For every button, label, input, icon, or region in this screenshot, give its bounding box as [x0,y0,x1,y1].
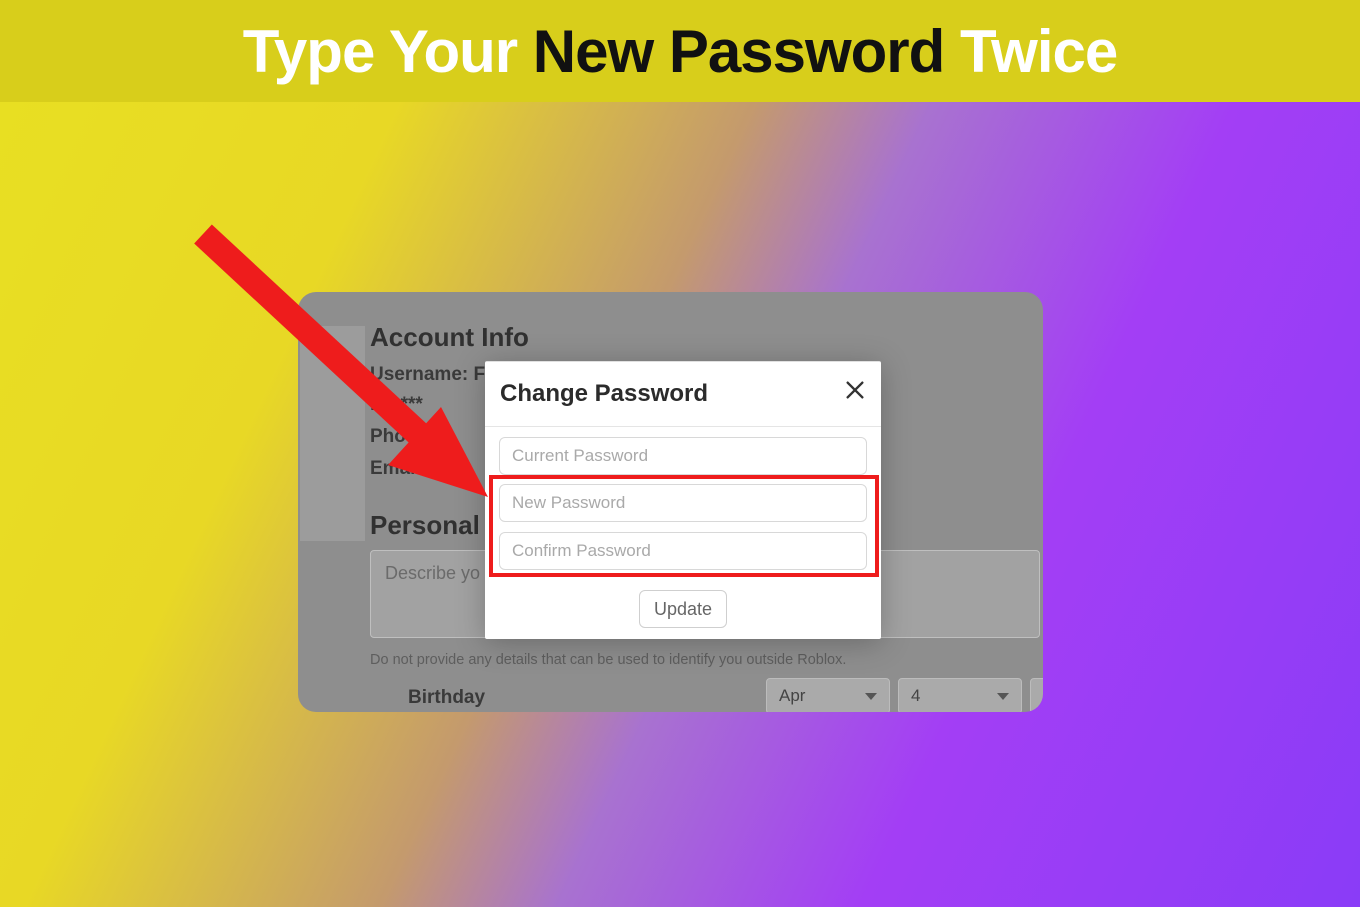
username-line: Username: Fo [370,364,497,386]
describe-placeholder: Describe yo [385,563,480,583]
personal-heading: Personal [370,510,480,541]
confirm-password-input[interactable] [499,532,867,570]
banner-emphasis: New Password [533,18,945,85]
birthday-day-value: 4 [911,686,920,706]
banner-part1: Type Your [243,18,533,85]
birthday-day-select[interactable]: 4 [898,678,1022,712]
sidebar-strip [300,326,365,541]
instruction-banner: Type Your New Password Twice [0,0,1360,102]
birthday-month-select[interactable]: Apr [766,678,890,712]
update-button[interactable]: Update [639,590,727,628]
close-button[interactable] [841,376,869,404]
change-password-modal: Change Password Update [485,361,881,639]
chevron-down-icon [865,693,877,700]
chevron-down-icon [997,693,1009,700]
privacy-note: Do not provide any details that can be u… [370,652,846,668]
modal-title: Change Password [500,380,708,408]
modal-divider [485,426,881,427]
password-line: rd: *** [370,394,423,416]
banner-part2: Twice [944,18,1117,85]
email-line: Email Addr [370,458,470,480]
close-icon [844,379,866,401]
birthday-label: Birthday [408,687,485,709]
birthday-year-select[interactable]: 1 [1030,678,1043,712]
phone-line: Pho mbe [370,426,450,448]
current-password-input[interactable] [499,437,867,475]
new-password-input[interactable] [499,484,867,522]
banner-title: Type Your New Password Twice [243,17,1118,86]
account-info-heading: Account Info [370,322,529,353]
birthday-month-value: Apr [779,686,805,706]
